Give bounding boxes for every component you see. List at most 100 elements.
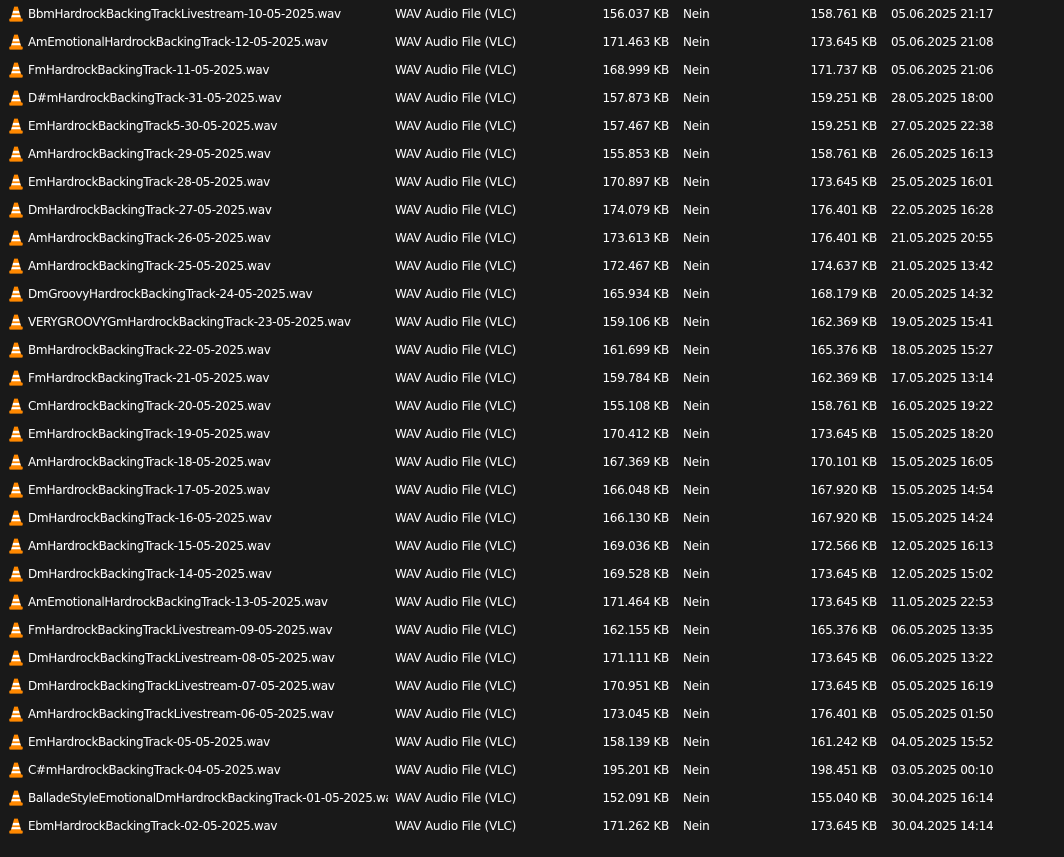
file-type: WAV Audio File (VLC) [395,399,517,413]
file-name[interactable]: AmHardrockBackingTrack-25-05-2025.wav [28,252,388,280]
file-original-size: 173.645 KB [810,175,877,189]
file-row[interactable]: CmHardrockBackingTrack-20-05-2025.wav WA… [0,392,1064,420]
vlc-cone-icon [9,84,23,112]
file-modified: 06.05.2025 13:35 [891,623,994,637]
file-compressed: Nein [683,147,710,161]
file-name[interactable]: DmHardrockBackingTrack-14-05-2025.wav [28,560,388,588]
file-row[interactable]: FmHardrockBackingTrack-11-05-2025.wav WA… [0,56,1064,84]
file-row[interactable]: BbmHardrockBackingTrackLivestream-10-05-… [0,0,1064,28]
vlc-cone-icon [9,392,23,420]
file-name[interactable]: C#mHardrockBackingTrack-04-05-2025.wav [28,756,388,784]
file-row[interactable]: FmHardrockBackingTrackLivestream-09-05-2… [0,616,1064,644]
file-name[interactable]: AmEmotionalHardrockBackingTrack-13-05-20… [28,588,388,616]
file-compressed: Nein [683,175,710,189]
file-name[interactable]: BbmHardrockBackingTrackLivestream-10-05-… [28,0,388,28]
file-row[interactable]: AmHardrockBackingTrack-29-05-2025.wav WA… [0,140,1064,168]
file-size: 157.467 KB [602,119,669,133]
file-row[interactable]: DmHardrockBackingTrack-27-05-2025.wav WA… [0,196,1064,224]
file-type: WAV Audio File (VLC) [395,119,517,133]
file-original-size: 173.645 KB [810,35,877,49]
file-row[interactable]: VERYGROOVYGmHardrockBackingTrack-23-05-2… [0,308,1064,336]
file-type: WAV Audio File (VLC) [395,91,517,105]
file-name[interactable]: AmHardrockBackingTrack-15-05-2025.wav [28,532,388,560]
file-name[interactable]: CmHardrockBackingTrack-20-05-2025.wav [28,392,388,420]
file-original-size: 176.401 KB [810,707,877,721]
file-row[interactable]: AmHardrockBackingTrackLivestream-06-05-2… [0,700,1064,728]
file-row[interactable]: BmHardrockBackingTrack-22-05-2025.wav WA… [0,336,1064,364]
file-name[interactable]: DmGroovyHardrockBackingTrack-24-05-2025.… [28,280,388,308]
file-row[interactable]: C#mHardrockBackingTrack-04-05-2025.wav W… [0,756,1064,784]
file-original-size: 173.645 KB [810,651,877,665]
file-row[interactable]: EmHardrockBackingTrack-19-05-2025.wav WA… [0,420,1064,448]
file-name[interactable]: EbmHardrockBackingTrack-02-05-2025.wav [28,812,388,840]
file-row[interactable]: EbmHardrockBackingTrack-02-05-2025.wav W… [0,812,1064,840]
file-row[interactable]: AmEmotionalHardrockBackingTrack-13-05-20… [0,588,1064,616]
file-name[interactable]: DmHardrockBackingTrack-16-05-2025.wav [28,504,388,532]
file-row[interactable]: AmHardrockBackingTrack-18-05-2025.wav WA… [0,448,1064,476]
file-name[interactable]: VERYGROOVYGmHardrockBackingTrack-23-05-2… [28,308,388,336]
file-name[interactable]: D#mHardrockBackingTrack-31-05-2025.wav [28,84,388,112]
file-type: WAV Audio File (VLC) [395,455,517,469]
file-row[interactable]: DmHardrockBackingTrack-14-05-2025.wav WA… [0,560,1064,588]
file-type: WAV Audio File (VLC) [395,763,517,777]
file-row[interactable]: EmHardrockBackingTrack-17-05-2025.wav WA… [0,476,1064,504]
file-name[interactable]: EmHardrockBackingTrack5-30-05-2025.wav [28,112,388,140]
file-modified: 16.05.2025 19:22 [891,399,994,413]
vlc-cone-icon [9,336,23,364]
file-row[interactable]: BalladeStyleEmotionalDmHardrockBackingTr… [0,784,1064,812]
file-modified: 05.06.2025 21:06 [891,63,994,77]
file-name[interactable]: FmHardrockBackingTrack-21-05-2025.wav [28,364,388,392]
file-name[interactable]: AmHardrockBackingTrackLivestream-06-05-2… [28,700,388,728]
file-size: 159.106 KB [602,315,669,329]
file-name[interactable]: AmHardrockBackingTrack-18-05-2025.wav [28,448,388,476]
file-row[interactable]: AmEmotionalHardrockBackingTrack-12-05-20… [0,28,1064,56]
file-name[interactable]: EmHardrockBackingTrack-28-05-2025.wav [28,168,388,196]
file-row[interactable]: DmGroovyHardrockBackingTrack-24-05-2025.… [0,280,1064,308]
file-row[interactable]: EmHardrockBackingTrack-28-05-2025.wav WA… [0,168,1064,196]
file-modified: 21.05.2025 13:42 [891,259,994,273]
file-compressed: Nein [683,399,710,413]
file-modified: 21.05.2025 20:55 [891,231,994,245]
file-name[interactable]: AmEmotionalHardrockBackingTrack-12-05-20… [28,28,388,56]
vlc-cone-icon [9,0,23,28]
file-name[interactable]: BalladeStyleEmotionalDmHardrockBackingTr… [28,784,388,812]
file-list: BbmHardrockBackingTrackLivestream-10-05-… [0,0,1064,857]
file-row[interactable]: AmHardrockBackingTrack-26-05-2025.wav WA… [0,224,1064,252]
file-row[interactable]: FmHardrockBackingTrack-21-05-2025.wav WA… [0,364,1064,392]
file-modified: 05.05.2025 16:19 [891,679,994,693]
file-compressed: Nein [683,735,710,749]
file-original-size: 173.645 KB [810,679,877,693]
file-modified: 05.06.2025 21:17 [891,7,994,21]
file-name[interactable]: AmHardrockBackingTrack-26-05-2025.wav [28,224,388,252]
file-original-size: 162.369 KB [810,315,877,329]
file-type: WAV Audio File (VLC) [395,651,517,665]
file-type: WAV Audio File (VLC) [395,343,517,357]
file-name[interactable]: BmHardrockBackingTrack-22-05-2025.wav [28,336,388,364]
file-size: 172.467 KB [602,259,669,273]
file-row[interactable]: AmHardrockBackingTrack-15-05-2025.wav WA… [0,532,1064,560]
file-size: 165.934 KB [602,287,669,301]
file-type: WAV Audio File (VLC) [395,791,517,805]
file-name[interactable]: DmHardrockBackingTrackLivestream-07-05-2… [28,672,388,700]
file-name[interactable]: DmHardrockBackingTrackLivestream-08-05-2… [28,644,388,672]
vlc-cone-icon [9,280,23,308]
vlc-cone-icon [9,196,23,224]
file-row[interactable]: D#mHardrockBackingTrack-31-05-2025.wav W… [0,84,1064,112]
file-original-size: 173.645 KB [810,427,877,441]
file-size: 152.091 KB [602,791,669,805]
file-row[interactable]: DmHardrockBackingTrack-16-05-2025.wav WA… [0,504,1064,532]
file-type: WAV Audio File (VLC) [395,483,517,497]
file-row[interactable]: EmHardrockBackingTrack5-30-05-2025.wav W… [0,112,1064,140]
file-name[interactable]: FmHardrockBackingTrackLivestream-09-05-2… [28,616,388,644]
file-original-size: 165.376 KB [810,623,877,637]
file-row[interactable]: EmHardrockBackingTrack-05-05-2025.wav WA… [0,728,1064,756]
file-row[interactable]: DmHardrockBackingTrackLivestream-07-05-2… [0,672,1064,700]
file-row[interactable]: DmHardrockBackingTrackLivestream-08-05-2… [0,644,1064,672]
file-name[interactable]: AmHardrockBackingTrack-29-05-2025.wav [28,140,388,168]
file-name[interactable]: EmHardrockBackingTrack-17-05-2025.wav [28,476,388,504]
file-name[interactable]: FmHardrockBackingTrack-11-05-2025.wav [28,56,388,84]
file-name[interactable]: EmHardrockBackingTrack-19-05-2025.wav [28,420,388,448]
file-name[interactable]: DmHardrockBackingTrack-27-05-2025.wav [28,196,388,224]
file-row[interactable]: AmHardrockBackingTrack-25-05-2025.wav WA… [0,252,1064,280]
file-name[interactable]: EmHardrockBackingTrack-05-05-2025.wav [28,728,388,756]
